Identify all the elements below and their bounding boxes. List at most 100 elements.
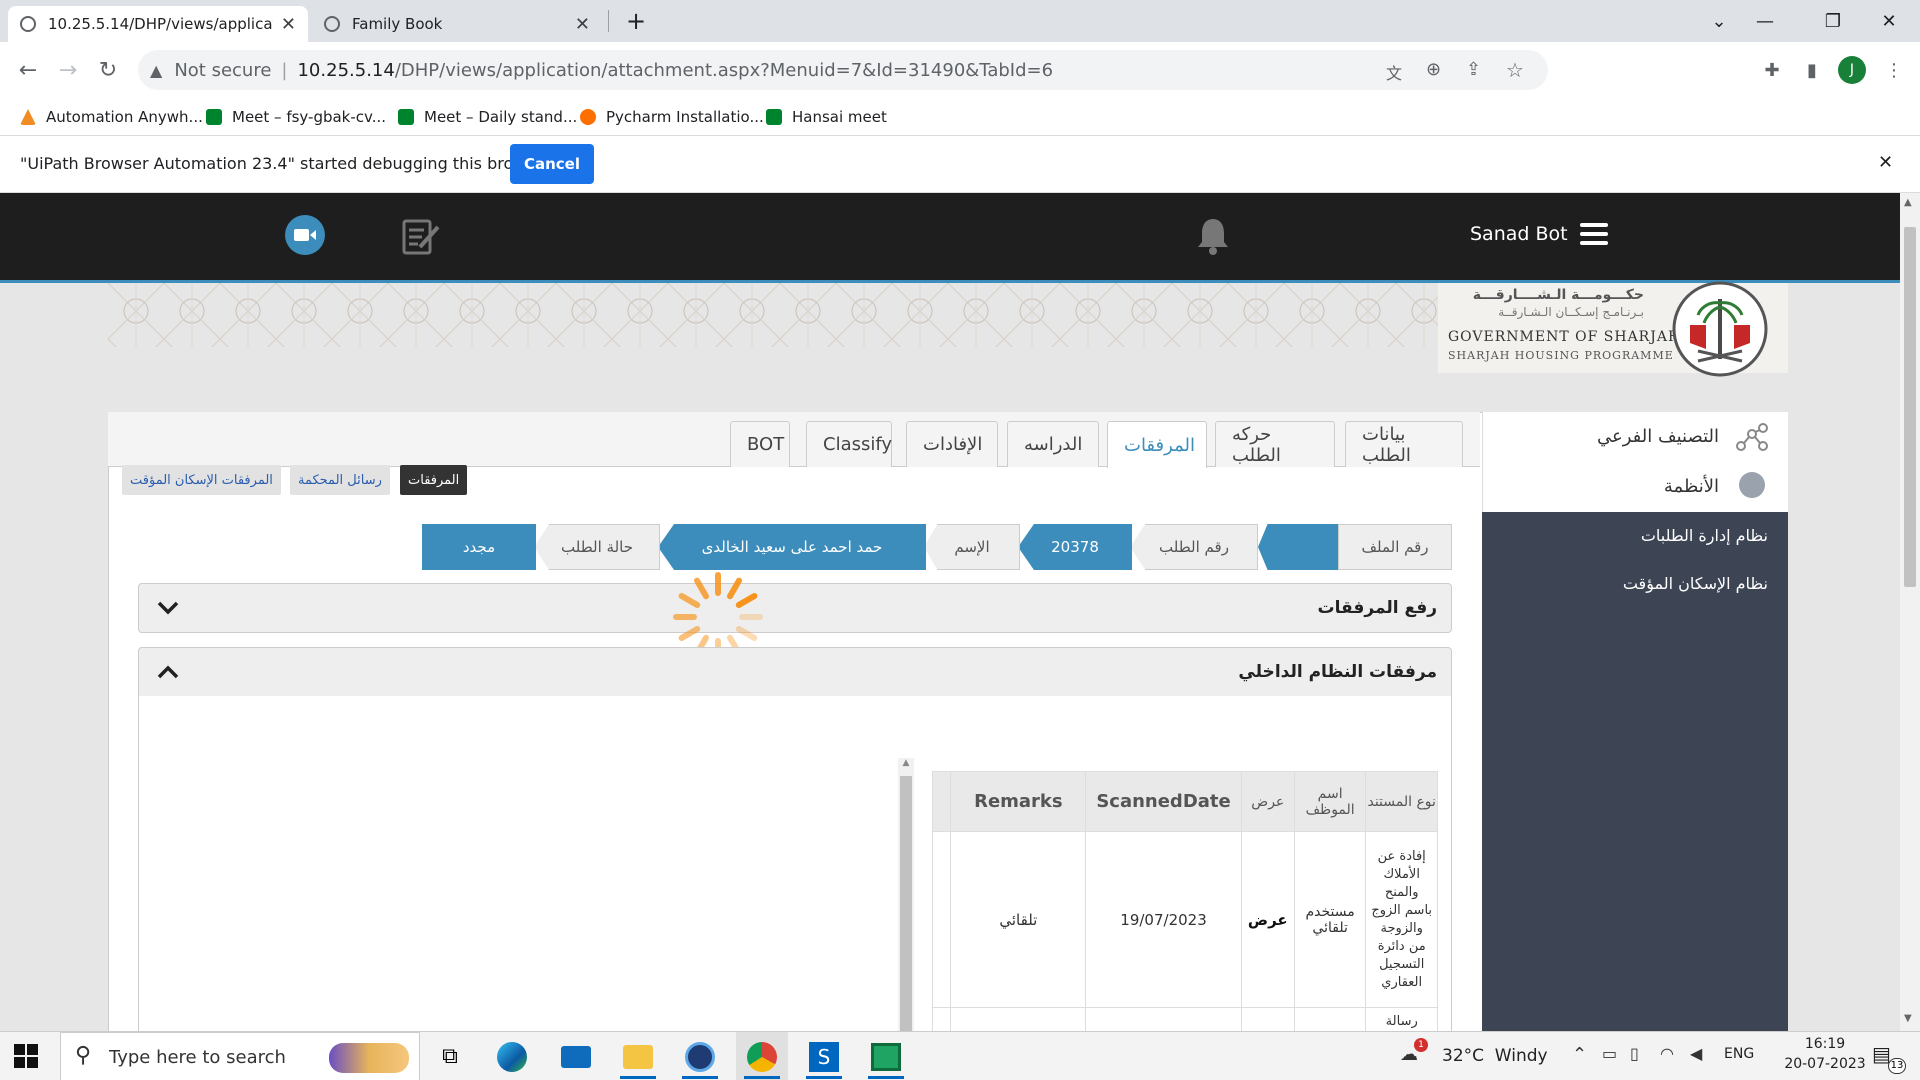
address-bar[interactable]: ▲ Not secure | 10.25.5.14 /DHP/views/app… [138,50,1548,90]
tab-request-movement[interactable]: حركه الطلب [1215,421,1335,467]
internal-attachments-panel[interactable]: مرفقات النظام الداخلي [138,647,1452,697]
battery-icon[interactable]: ▯ [1630,1044,1639,1063]
file-explorer-app[interactable] [612,1032,664,1080]
bookmark-hansai-meet[interactable]: Hansai meet [766,104,887,130]
systems-globe-icon [1739,472,1765,498]
chevron-up-icon[interactable] [157,664,179,680]
taskbar-search-box[interactable]: ⚲ Type here to search [60,1032,420,1080]
video-call-button[interactable] [285,215,325,255]
cancel-debugging-button[interactable]: Cancel [510,144,594,184]
sidebar-section-systems[interactable]: الأنظمة [1493,476,1719,497]
forward-button[interactable]: → [52,54,84,86]
minimize-button[interactable]: — [1742,0,1788,42]
bookmarks-bar: Automation Anywh... Meet – fsy-gbak-cv..… [0,98,1920,136]
sidebar-section-subcategory[interactable]: التصنيف الفرعي [1493,426,1719,447]
meet-now-icon[interactable]: ▭ [1602,1044,1617,1063]
bookmark-meet-2[interactable]: Meet – Daily stand... [398,104,577,130]
table-scrollbar-thumb[interactable] [900,776,912,1031]
header-employee-name[interactable]: اسم الموظف [1293,771,1367,832]
warning-icon[interactable]: ▲ [150,61,162,80]
tab-close-icon[interactable]: ✕ [575,14,590,35]
tab-statements[interactable]: الإفادات [906,421,998,467]
cell-employee-name: مستخدم تلقائي [1293,831,1367,1008]
cell-remarks: تلقائي [950,831,1087,1008]
hamburger-menu-button[interactable] [1580,223,1608,245]
volume-icon[interactable]: ◀ [1690,1044,1702,1063]
user-name[interactable]: Sanad Bot [1470,223,1568,245]
media-app[interactable] [860,1032,912,1080]
table-scrollbar[interactable]: ▲ [898,758,914,1031]
subtab-court-letters[interactable]: رسائل المحكمة [290,465,390,495]
chrome-icon [747,1041,777,1072]
page-scrollbar-thumb[interactable] [1904,227,1916,587]
uipath-assistant-app[interactable] [674,1032,726,1080]
subtab-attachments[interactable]: المرفقات [400,465,468,495]
chevron-down-icon[interactable] [157,600,179,616]
header-view[interactable]: عرض [1240,771,1295,832]
extensions-icon[interactable]: ✚ [1758,56,1786,84]
clock-date[interactable]: 20-07-2023 [1776,1056,1874,1072]
bookmark-meet-1[interactable]: Meet – fsy-gbak-cv... [206,104,386,130]
tab-title: 10.25.5.14/DHP/views/applicatio [48,15,273,33]
header-document-type[interactable]: نوع المستند [1365,771,1438,832]
view-document-link[interactable]: عرض [1240,831,1295,1008]
search-icon: ⚲ [75,1043,92,1068]
edit-notes-button[interactable] [400,215,442,257]
browser-tab-active[interactable]: 10.25.5.14/DHP/views/applicatio ✕ [8,6,308,42]
bookmark-automation-anywhere[interactable]: Automation Anywh... [20,104,203,130]
back-button[interactable]: ← [12,54,44,86]
view-document-link[interactable] [1240,1007,1295,1031]
upload-attachments-panel[interactable]: رفع المرفقات [138,583,1452,633]
studio-app[interactable]: S [798,1032,850,1080]
wifi-icon[interactable]: ◠ [1660,1044,1674,1063]
chrome-app[interactable] [736,1032,788,1080]
new-tab-button[interactable]: + [620,6,652,36]
infobar-close-icon[interactable]: ✕ [1878,152,1893,173]
clock-time[interactable]: 16:19 [1780,1036,1870,1052]
table-header-row: Remarks ScannedDate عرض اسم الموظف نوع ا… [932,771,1438,832]
language-indicator[interactable]: ENG [1724,1046,1754,1062]
tab-close-icon[interactable]: ✕ [281,14,296,35]
share-icon[interactable]: ⇪ [1466,59,1481,80]
menu-kebab-icon[interactable]: ⋮ [1880,56,1908,84]
subtab-temporary-housing-attachments[interactable]: المرفقات الإسكان المؤقت [122,465,281,495]
tray-chevron-up-icon[interactable]: ⌃ [1572,1044,1587,1065]
translate-icon[interactable]: 文 [1386,60,1402,84]
sidebar-item-requests-management[interactable]: نظام إدارة الطلبات [1492,526,1768,545]
mail-app[interactable] [550,1032,602,1080]
weather-text[interactable]: 32°C Windy [1442,1046,1548,1066]
security-label[interactable]: Not secure [174,60,271,81]
browser-tab-family-book[interactable]: Family Book ✕ [312,6,602,42]
hamburger-icon [1580,223,1608,227]
header-scanned-date[interactable]: ScannedDate [1085,771,1242,832]
scroll-up-arrow-icon[interactable]: ▲ [900,758,912,772]
sidebar-item-temporary-housing[interactable]: نظام الإسكان المؤقت [1492,574,1768,593]
side-panel-icon[interactable]: ▮ [1798,56,1826,84]
header-remarks[interactable]: Remarks [950,771,1087,832]
tab-search-button[interactable]: ⌄ [1696,0,1742,42]
reload-button[interactable]: ↻ [92,54,124,86]
file-number-value [1258,524,1338,570]
restore-button[interactable]: ❐ [1810,0,1856,42]
start-button[interactable] [14,1044,38,1068]
tab-request-data[interactable]: بيانات الطلب [1345,421,1463,467]
bookmark-star-icon[interactable]: ☆ [1506,58,1524,82]
task-view-button[interactable]: ⧉ [424,1032,476,1080]
tab-bot[interactable]: BOT [730,421,790,467]
close-window-button[interactable]: ✕ [1866,0,1912,42]
zoom-icon[interactable]: ⊕ [1426,59,1441,80]
tab-attachments[interactable]: المرفقات [1107,421,1207,468]
notifications-button[interactable] [1196,215,1230,255]
table-row: تلقائي 19/07/2023 عرض مستخدم تلقائي إفاد… [932,831,1438,1008]
profile-avatar[interactable]: J [1838,56,1866,84]
bookmark-pycharm[interactable]: Pycharm Installatio... [580,104,764,130]
hamburger-icon [1580,241,1608,245]
scroll-up-arrow-icon[interactable]: ▲ [1904,197,1912,208]
scroll-down-arrow-icon[interactable]: ▼ [1904,1013,1912,1024]
page-scrollbar[interactable]: ▲ ▼ [1900,193,1920,1031]
tab-classify[interactable]: Classify [806,421,892,467]
task-view-icon: ⧉ [442,1044,458,1069]
edge-app[interactable] [486,1032,538,1080]
tab-study[interactable]: الدراسه [1007,421,1099,467]
logo-arabic-title: حكـــومـــة الـشــــارقـــة [1472,287,1644,303]
